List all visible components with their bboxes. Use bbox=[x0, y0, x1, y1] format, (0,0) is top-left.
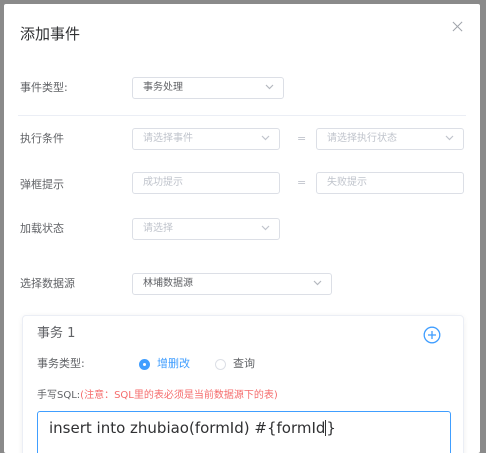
fail-tip-placeholder: 失败提示 bbox=[327, 177, 367, 188]
event-type-select[interactable]: 事务处理 bbox=[132, 77, 284, 99]
condition-label: 执行条件 bbox=[20, 132, 64, 145]
radio-selected-icon bbox=[139, 358, 150, 370]
load-state-select[interactable]: 请选择 bbox=[132, 218, 280, 240]
condition-state-placeholder: 请选择执行状态 bbox=[327, 133, 397, 144]
chevron-down-icon bbox=[261, 225, 270, 231]
popup-label: 弹框提示 bbox=[20, 178, 64, 191]
transaction-title: 事务 1 bbox=[37, 326, 76, 341]
condition-event-placeholder: 请选择事件 bbox=[143, 133, 193, 144]
condition-state-select[interactable]: 请选择执行状态 bbox=[316, 128, 464, 150]
chevron-down-icon bbox=[265, 84, 274, 90]
radio-query[interactable]: 查询 bbox=[215, 357, 255, 371]
sql-textarea[interactable]: insert into zhubiao(formId) #{formId} bbox=[37, 411, 451, 453]
dialog-title: 添加事件 bbox=[20, 25, 81, 43]
chevron-down-icon bbox=[313, 280, 322, 286]
radio-label: 增删改 bbox=[157, 357, 190, 370]
transaction-type-label: 事务类型: bbox=[37, 357, 85, 370]
load-state-placeholder: 请选择 bbox=[143, 223, 173, 234]
load-state-label: 加载状态 bbox=[20, 222, 64, 235]
sql-warning: (注意：SQL里的表必须是当前数据源下的表) bbox=[80, 390, 278, 401]
success-tip-placeholder: 成功提示 bbox=[143, 177, 183, 188]
add-event-dialog: 添加事件 事件类型: 事务处理 执行条件 请选择事件 = 请选择执行状态 弹框提… bbox=[4, 4, 480, 453]
sql-label: 手写SQL:(注意：SQL里的表必须是当前数据源下的表) bbox=[37, 389, 278, 403]
section-divider bbox=[18, 115, 466, 116]
sql-text-tail: } bbox=[326, 419, 336, 437]
chevron-down-icon bbox=[261, 135, 270, 141]
datasource-value: 林埔数据源 bbox=[143, 278, 193, 289]
condition-equals: = bbox=[297, 132, 307, 145]
close-icon[interactable] bbox=[450, 19, 466, 35]
popup-equals: = bbox=[297, 176, 307, 189]
radio-unselected-icon bbox=[215, 358, 226, 370]
success-tip-input[interactable]: 成功提示 bbox=[132, 172, 280, 194]
plus-circle-icon[interactable] bbox=[423, 326, 441, 344]
chevron-down-icon bbox=[445, 135, 454, 141]
sql-text: insert into zhubiao(formId) #{formId bbox=[49, 419, 326, 437]
transaction-card: 事务 1 事务类型: 增删改 查询 手写SQL:(注意：SQL里的表必须是当前数… bbox=[22, 315, 464, 453]
radio-label: 查询 bbox=[233, 357, 255, 370]
datasource-label: 选择数据源 bbox=[20, 277, 75, 290]
event-type-label: 事件类型: bbox=[20, 81, 68, 94]
datasource-select[interactable]: 林埔数据源 bbox=[132, 273, 332, 295]
condition-event-select[interactable]: 请选择事件 bbox=[132, 128, 280, 150]
event-type-value: 事务处理 bbox=[143, 82, 183, 93]
fail-tip-input[interactable]: 失败提示 bbox=[316, 172, 464, 194]
radio-insert-update-delete[interactable]: 增删改 bbox=[139, 357, 190, 371]
sql-label-main: 手写SQL: bbox=[37, 390, 81, 401]
